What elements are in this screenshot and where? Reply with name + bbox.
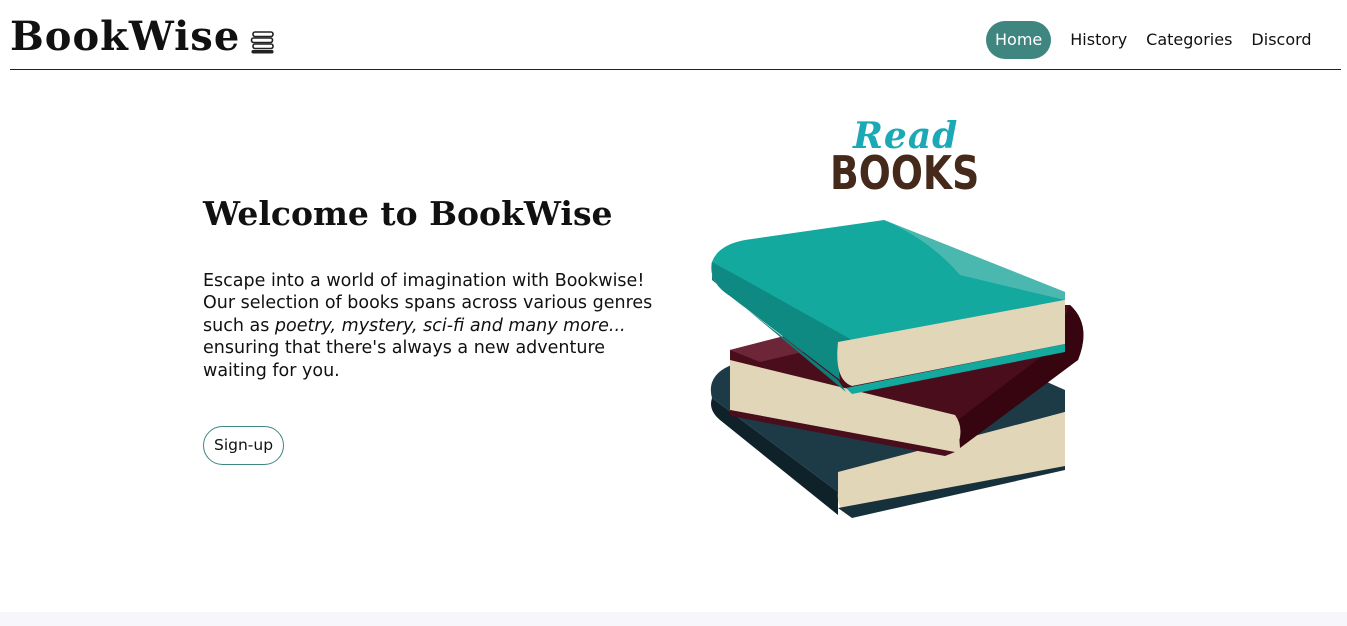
signup-button[interactable]: Sign-up [203, 426, 285, 465]
stacked-books-icon [250, 29, 276, 55]
main-nav: Home History Categories Discord [986, 21, 1322, 59]
hero-line-4: ensuring that there's always a new adven… [203, 338, 606, 359]
nav-discord[interactable]: Discord [1242, 21, 1320, 59]
brand[interactable]: BookWise [10, 13, 276, 61]
hero-description: Escape into a world of imagination with … [203, 270, 653, 382]
hero-line-3: such as poetry, mystery, sci-fi and many… [203, 315, 653, 337]
nav-home[interactable]: Home [986, 21, 1052, 59]
hero-line-1: Escape into a world of imagination with … [203, 271, 645, 291]
site-header: BookWise Home History Categories Discord [10, 0, 1341, 70]
hero-genres: poetry, mystery, sci-fi and many more... [274, 315, 626, 336]
nav-history[interactable]: History [1061, 21, 1136, 59]
nav-categories[interactable]: Categories [1137, 21, 1241, 59]
hero-line-5: waiting for you. [203, 360, 340, 381]
brand-name: BookWise [10, 13, 241, 60]
footer-strip [0, 612, 1347, 626]
hero-title: Welcome to BookWise [203, 194, 613, 233]
hero-line-2: Our selection of books spans across vari… [203, 293, 653, 314]
page: BookWise Home History Categories Discord… [0, 0, 1347, 626]
stacked-books-illustration [710, 220, 1084, 518]
hero-line-3-prefix: such as [203, 315, 275, 336]
